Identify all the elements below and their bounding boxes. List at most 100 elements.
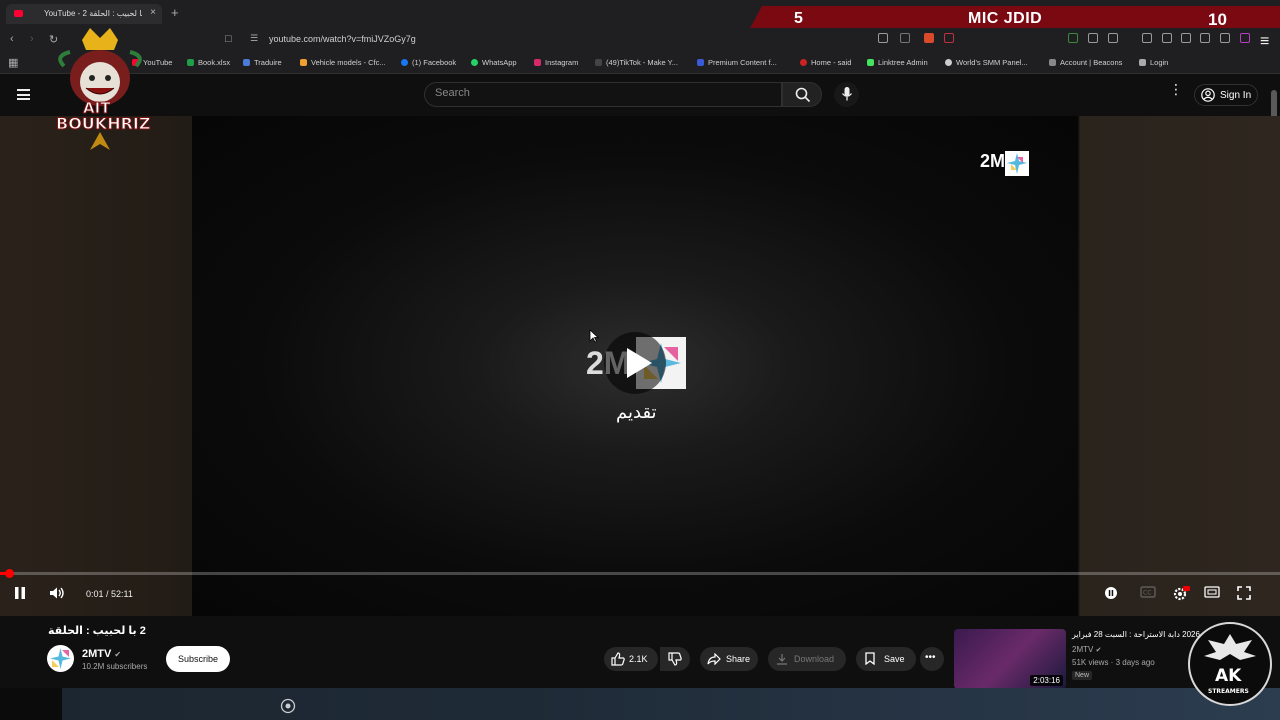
- reading-list-icon[interactable]: [1162, 33, 1172, 43]
- play-button[interactable]: [604, 332, 666, 394]
- guide-menu-icon[interactable]: [17, 89, 30, 100]
- wallet-icon[interactable]: [1181, 33, 1191, 43]
- extension-box-icon[interactable]: [1108, 33, 1118, 43]
- video-subtitle: تقديم: [616, 402, 657, 422]
- channel-avatar[interactable]: [47, 645, 74, 672]
- bookmark-page-icon[interactable]: □: [225, 33, 232, 45]
- search-icon: [795, 87, 811, 103]
- share-page-icon[interactable]: [900, 33, 910, 43]
- pause-button[interactable]: [14, 586, 26, 603]
- progress-bar[interactable]: [0, 569, 1280, 578]
- menu-icon[interactable]: ≡: [1260, 33, 1270, 50]
- bookmark-item[interactable]: Premium Content f...: [697, 58, 777, 67]
- back-icon[interactable]: ‹: [10, 33, 14, 45]
- apps-grid-icon[interactable]: ▦: [8, 56, 18, 69]
- scrubber-handle[interactable]: [5, 569, 14, 578]
- smm-favicon-icon: [945, 59, 952, 66]
- bookmark-item[interactable]: (1) Facebook: [401, 58, 456, 67]
- browser-toolbar: ‹ › ↻ □ ☰ youtube.com/watch?v=fmiJVZoGy7…: [0, 28, 1280, 52]
- mouse-cursor-icon: [589, 329, 599, 343]
- profile-icon[interactable]: [1240, 33, 1250, 43]
- svg-text:CC: CC: [1143, 590, 1151, 597]
- bookmark-item[interactable]: Linktree Admin: [867, 58, 928, 67]
- bookmark-item[interactable]: World's SMM Panel...: [945, 58, 1028, 67]
- right-logo-line1: AK: [1215, 666, 1242, 686]
- mute-button[interactable]: [49, 586, 65, 603]
- bookmark-item[interactable]: Login: [1139, 58, 1168, 67]
- voice-search-button[interactable]: [834, 82, 859, 107]
- extensions-icon[interactable]: [1088, 33, 1098, 43]
- screen-cast-icon[interactable]: [878, 33, 888, 43]
- recommended-video-thumbnail[interactable]: 2:03:16: [954, 629, 1066, 689]
- bookmark-icon: [865, 652, 875, 665]
- url-text: youtube.com/watch?v=fmiJVZoGy7g: [269, 34, 416, 44]
- tab-title: YouTube - 2 با لحبيب : الحلقة: [44, 9, 142, 18]
- share-button[interactable]: Share: [700, 647, 758, 671]
- pause-icon: [15, 587, 25, 599]
- vpn-icon[interactable]: [1220, 33, 1230, 43]
- captions-icon: CC: [1140, 586, 1156, 598]
- download-icon: [777, 654, 787, 665]
- bookmark-item[interactable]: Instagram: [534, 58, 578, 67]
- right-logo-line2: STREAMERS: [1208, 688, 1249, 695]
- channel-logo-icon: [50, 648, 71, 669]
- save-button[interactable]: Save: [856, 647, 916, 671]
- autoplay-toggle[interactable]: [1104, 586, 1118, 603]
- close-tab-icon[interactable]: ×: [150, 7, 156, 18]
- theater-mode-button[interactable]: [1204, 586, 1220, 601]
- save-label: Save: [884, 654, 905, 664]
- beacons-favicon-icon: [1049, 59, 1056, 66]
- premium-favicon-icon: [697, 59, 704, 66]
- captions-button[interactable]: CC: [1140, 586, 1156, 601]
- translate-favicon-icon: [243, 59, 250, 66]
- tiktok-favicon-icon: [595, 59, 602, 66]
- left-logo-line2: BOUKHRIZ: [55, 114, 151, 134]
- taskbar-app-icon[interactable]: [280, 698, 296, 714]
- microphone-icon: [841, 87, 853, 101]
- bookmark-item[interactable]: Book.xlsx: [187, 58, 230, 67]
- subscribe-button[interactable]: Subscribe: [166, 646, 230, 672]
- site-info-icon[interactable]: ☰: [250, 33, 258, 44]
- sidebar-toggle-icon[interactable]: [1142, 33, 1152, 43]
- extension-icons: ≡: [876, 33, 1276, 50]
- fullscreen-icon: [1237, 586, 1251, 600]
- search-input[interactable]: [435, 87, 755, 99]
- search-button[interactable]: [782, 82, 822, 107]
- bookmark-item[interactable]: Home - said: [800, 58, 851, 67]
- thumbs-up-icon: [611, 652, 625, 666]
- bookmarks-bar: ▦ YouTube Book.xlsx Traduire Vehicle mod…: [0, 52, 1280, 74]
- like-button[interactable]: 2.1K: [604, 647, 658, 671]
- taskbar-start[interactable]: [0, 688, 62, 720]
- bookmark-item[interactable]: Account | Beacons: [1049, 58, 1122, 67]
- bookmark-item[interactable]: Vehicle models - Cfc...: [300, 58, 386, 67]
- forward-icon[interactable]: ›: [30, 33, 34, 45]
- fullscreen-button[interactable]: [1237, 586, 1251, 603]
- settings-button[interactable]: [1172, 586, 1190, 605]
- rewards-icon[interactable]: [944, 33, 954, 43]
- more-actions-button[interactable]: •••: [920, 647, 944, 671]
- dislike-button[interactable]: [660, 647, 690, 671]
- bookmark-item[interactable]: (49)TikTok - Make Y...: [595, 58, 678, 67]
- new-tab-icon[interactable]: +: [171, 5, 179, 20]
- download-button[interactable]: Download: [768, 647, 846, 671]
- settings-icon[interactable]: [1200, 33, 1210, 43]
- account-icon: [1201, 88, 1215, 102]
- recommended-channel-text: 2MTV: [1072, 645, 1094, 654]
- bookmark-item[interactable]: WhatsApp: [471, 58, 517, 67]
- player-controls: 0:01 / 52:11 CC: [0, 580, 1280, 608]
- channel-name[interactable]: 2MTV ✔: [82, 648, 121, 660]
- bookmark-item[interactable]: Traduire: [243, 58, 282, 67]
- vehicle-favicon-icon: [300, 59, 307, 66]
- settings-more-icon[interactable]: ⋮: [1169, 82, 1183, 96]
- recommended-title[interactable]: 2026 دابة الاستراحة : السبت 28 فبراير: [1072, 630, 1200, 639]
- browser-tab-youtube[interactable]: YouTube - 2 با لحبيب : الحلقة ×: [6, 4, 162, 24]
- address-bar[interactable]: ☰ youtube.com/watch?v=fmiJVZoGy7g: [244, 31, 964, 49]
- like-count: 2.1K: [629, 654, 648, 664]
- facebook-favicon-icon: [401, 59, 408, 66]
- ait-boukhriz-logo: AIT BOUKHRIZ: [40, 26, 160, 150]
- extension-green-icon[interactable]: [1068, 33, 1078, 43]
- brave-shield-icon[interactable]: [924, 33, 934, 43]
- sign-in-button[interactable]: Sign In: [1194, 84, 1258, 106]
- banner-title: MIC JDID: [968, 10, 1043, 27]
- recommended-channel[interactable]: 2MTV ✔: [1072, 645, 1101, 654]
